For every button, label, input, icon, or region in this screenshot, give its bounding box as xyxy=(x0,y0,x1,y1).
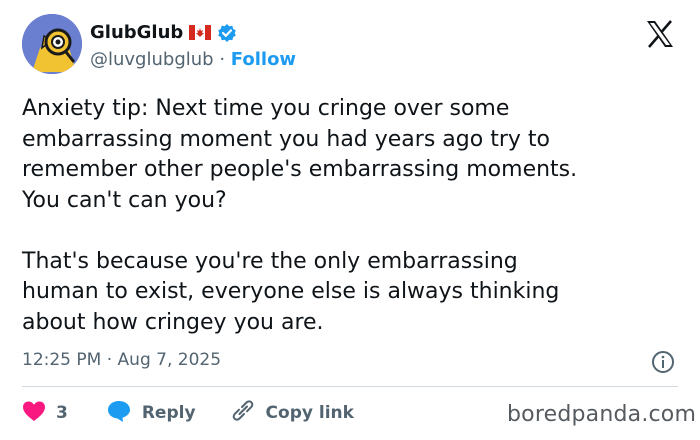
like-count: 3 xyxy=(56,403,68,423)
handle[interactable]: @luvglubglub xyxy=(90,49,214,70)
display-name[interactable]: GlubGlub xyxy=(90,22,183,43)
reply-bubble-icon xyxy=(106,399,132,428)
timestamp-row: 12:25 PM · Aug 7, 2025 xyxy=(22,350,221,370)
copy-link-label: Copy link xyxy=(265,403,354,423)
follow-button[interactable]: Follow xyxy=(231,49,296,70)
tweet-time[interactable]: 12:25 PM xyxy=(22,350,101,370)
divider xyxy=(22,386,678,387)
handle-row: @luvglubglub · Follow xyxy=(90,49,296,70)
timestamp-separator: · xyxy=(106,350,113,370)
watermark: boredpanda.com xyxy=(507,402,697,427)
action-bar: 3 Reply Copy link xyxy=(22,398,354,428)
tweet-text: Anxiety tip: Next time you cringe over s… xyxy=(22,96,578,335)
avatar[interactable] xyxy=(22,14,82,74)
like-button[interactable]: 3 xyxy=(22,400,68,427)
canada-flag-icon xyxy=(189,25,212,40)
reply-label: Reply xyxy=(141,403,196,423)
x-logo-icon[interactable] xyxy=(644,18,676,50)
info-icon[interactable] xyxy=(651,350,675,374)
link-icon xyxy=(230,399,256,428)
handle-separator: · xyxy=(219,49,226,70)
reply-button[interactable]: Reply xyxy=(106,399,196,428)
heart-icon xyxy=(22,400,46,427)
tweet-date[interactable]: Aug 7, 2025 xyxy=(118,350,222,370)
copy-link-button[interactable]: Copy link xyxy=(230,399,354,428)
verified-badge-icon xyxy=(217,23,237,43)
author-row: GlubGlub xyxy=(90,22,237,43)
avatar-image xyxy=(22,14,82,74)
